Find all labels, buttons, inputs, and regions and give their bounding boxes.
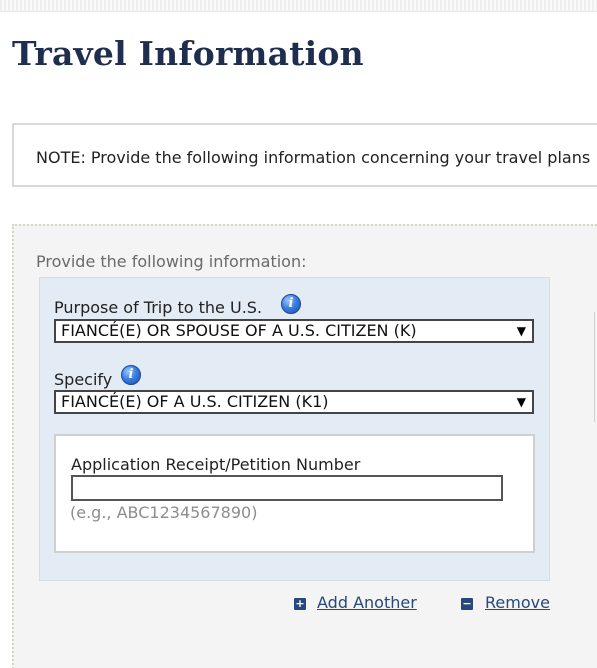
purpose-select[interactable]: FIANCÉ(E) OR SPOUSE OF A U.S. CITIZEN (K… [54, 319, 534, 343]
section-heading: Provide the following information: [36, 252, 307, 271]
page-title: Travel Information [12, 34, 364, 73]
purpose-label: Purpose of Trip to the U.S. [54, 298, 263, 317]
chevron-down-icon: ▼ [516, 324, 526, 338]
purpose-select-value: FIANCÉ(E) OR SPOUSE OF A U.S. CITIZEN (K… [61, 321, 417, 340]
remove-link[interactable]: Remove [485, 593, 550, 612]
top-decorative-strip [0, 0, 597, 12]
specify-select-value: FIANCÉ(E) OF A U.S. CITIZEN (K1) [61, 392, 329, 411]
note-text: NOTE: Provide the following information … [36, 148, 591, 167]
receipt-label: Application Receipt/Petition Number [71, 455, 361, 474]
specify-select[interactable]: FIANCÉ(E) OF A U.S. CITIZEN (K1) ▼ [54, 390, 534, 414]
receipt-example: (e.g., ABC1234567890) [70, 503, 258, 522]
receipt-number-input[interactable] [71, 475, 503, 501]
minus-icon[interactable]: − [461, 598, 473, 610]
chevron-down-icon: ▼ [516, 395, 526, 409]
info-icon[interactable]: i [281, 294, 301, 314]
plus-icon[interactable]: + [294, 598, 306, 610]
specify-label: Specify [54, 370, 113, 389]
info-icon[interactable]: i [121, 365, 141, 385]
add-another-link[interactable]: Add Another [317, 593, 417, 612]
section-divider [594, 312, 595, 422]
note-box: NOTE: Provide the following information … [12, 123, 597, 187]
